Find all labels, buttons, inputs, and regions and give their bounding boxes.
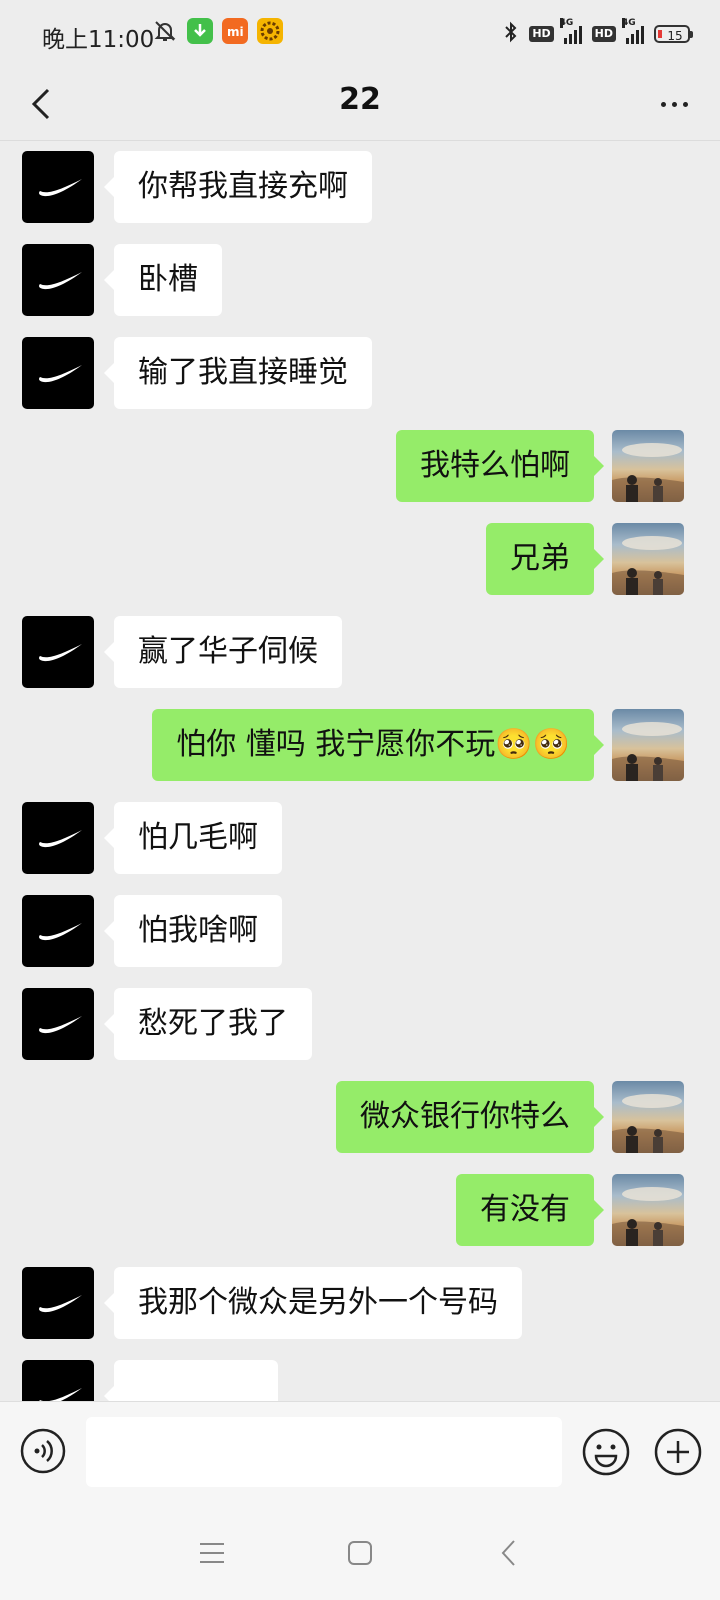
menu-icon[interactable] [192, 1533, 232, 1573]
incoming-message-bubble[interactable]: 怕几毛啊 [104, 802, 282, 874]
status-right: HD 4G HD 4G 15 [503, 18, 693, 48]
chat-header: 22 [0, 66, 720, 141]
chat-title: 22 [339, 82, 381, 117]
incoming-message-bubble[interactable]: 卧槽 [104, 244, 222, 316]
self-avatar[interactable] [612, 1174, 684, 1246]
more-dots-icon[interactable] [654, 86, 694, 122]
contact-avatar[interactable] [22, 1267, 94, 1339]
message-row: 怕你 懂吗 我宁愿你不玩🥺🥺 [0, 709, 720, 781]
mute-icon [152, 18, 178, 44]
message-row: 怕几毛啊 [0, 802, 720, 874]
status-bar: 晚上11:00 mi HD 4G HD 4G 15 [0, 0, 720, 66]
message-row: 你帮我直接充啊 [0, 151, 720, 223]
incoming-message-bubble[interactable]: 怕我啥啊 [104, 895, 282, 967]
message-list[interactable]: 你帮我直接充啊 卧槽输了我直接睡觉 我特么怕啊兄弟赢了华子伺候怕你 懂吗 我宁愿你不… [0, 141, 720, 1401]
contact-avatar[interactable] [22, 244, 94, 316]
incoming-message-bubble[interactable] [104, 1360, 278, 1401]
bluetooth-icon [503, 20, 519, 48]
back-icon[interactable] [490, 1533, 530, 1573]
status-time: 晚上11:00 [42, 27, 155, 53]
network-type-2: 4G [622, 18, 636, 28]
contact-avatar[interactable] [22, 337, 94, 409]
message-row: 输了我直接睡觉 [0, 337, 720, 409]
plus-icon[interactable] [652, 1426, 704, 1478]
self-avatar[interactable] [612, 523, 684, 595]
message-row: 微众银行你特么 [0, 1081, 720, 1153]
gear-app-icon [257, 18, 283, 44]
outgoing-message-bubble[interactable]: 微众银行你特么 [336, 1081, 604, 1153]
incoming-message-bubble[interactable]: 愁死了我了 [104, 988, 312, 1060]
self-avatar[interactable] [612, 430, 684, 502]
incoming-message-bubble[interactable]: 你帮我直接充啊 [104, 151, 372, 223]
message-row: 卧槽 [0, 244, 720, 316]
incoming-message-bubble[interactable]: 我那个微众是另外一个号码 [104, 1267, 522, 1339]
incoming-message-bubble[interactable]: 输了我直接睡觉 [104, 337, 372, 409]
svg-text:mi: mi [227, 25, 244, 39]
contact-avatar[interactable] [22, 988, 94, 1060]
home-icon[interactable] [340, 1533, 380, 1573]
hd-badge-2: HD [591, 26, 616, 42]
outgoing-message-bubble[interactable]: 怕你 懂吗 我宁愿你不玩🥺🥺 [152, 709, 604, 781]
message-row: 我那个微众是另外一个号码 [0, 1267, 720, 1339]
mi-app-icon: mi [222, 18, 248, 44]
message-row: 兄弟 [0, 523, 720, 595]
contact-avatar[interactable] [22, 895, 94, 967]
message-row [0, 1360, 720, 1401]
hd-badge-1: HD [529, 26, 554, 42]
self-avatar[interactable] [612, 1081, 684, 1153]
message-row: 怕我啥啊 [0, 895, 720, 967]
incoming-message-bubble[interactable]: 赢了华子伺候 [104, 616, 342, 688]
contact-avatar[interactable] [22, 1360, 94, 1401]
message-row: 有没有 [0, 1174, 720, 1246]
outgoing-message-bubble[interactable]: 兄弟 [486, 523, 604, 595]
message-row: 愁死了我了 [0, 988, 720, 1060]
network-type-1: 4G [559, 18, 574, 28]
voice-icon[interactable] [19, 1427, 67, 1475]
signal-icon-1: 4G [559, 18, 582, 44]
system-nav-bar [0, 1505, 720, 1600]
outgoing-message-bubble[interactable]: 有没有 [456, 1174, 604, 1246]
contact-avatar[interactable] [22, 802, 94, 874]
battery-icon: 15 [654, 25, 693, 43]
emoji-icon[interactable] [580, 1426, 632, 1478]
download-app-icon [187, 18, 213, 44]
input-bar [0, 1401, 720, 1506]
contact-avatar[interactable] [22, 616, 94, 688]
message-row: 我特么怕啊 [0, 430, 720, 502]
signal-icon-2: 4G [622, 18, 644, 44]
self-avatar[interactable] [612, 709, 684, 781]
message-row: 赢了华子伺候 [0, 616, 720, 688]
outgoing-message-bubble[interactable]: 我特么怕啊 [396, 430, 604, 502]
contact-avatar[interactable] [22, 151, 94, 223]
message-input[interactable] [86, 1417, 562, 1487]
